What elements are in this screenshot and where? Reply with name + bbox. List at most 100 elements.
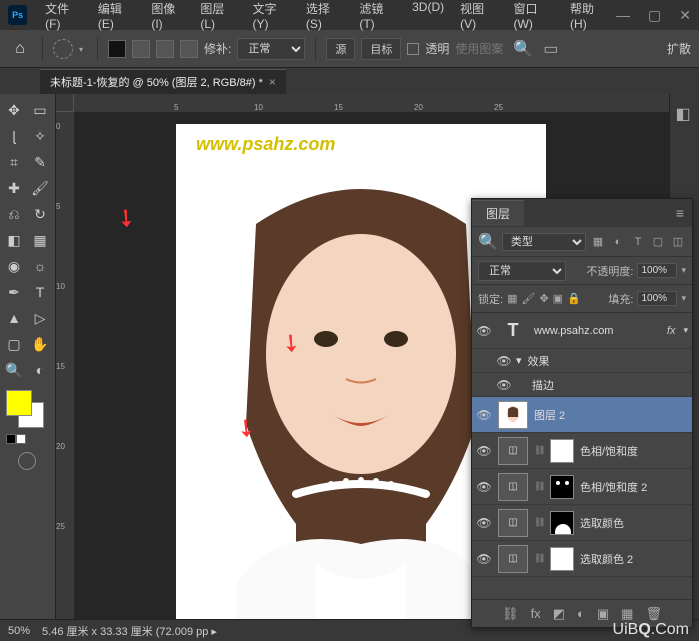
zoom-tool[interactable]: 🔍 [2, 358, 26, 382]
lock-position-icon[interactable]: ✥ [539, 292, 548, 305]
layer-thumbnail[interactable] [498, 401, 528, 429]
home-button[interactable]: ⌂ [8, 37, 32, 61]
marquee-tool[interactable]: ▭ [28, 98, 52, 122]
path-select-tool[interactable]: ▲ [2, 306, 26, 330]
layer-row-adj[interactable]: 👁 ◫ ⛓ 色相/饱和度 [472, 433, 692, 469]
lock-image-icon[interactable]: 🖌 [521, 292, 535, 305]
ruler-vertical[interactable]: 0 5 10 15 20 25 [56, 112, 74, 619]
gradient-tool[interactable]: ▦ [28, 228, 52, 252]
adj-thumbnail[interactable]: ◫ [498, 509, 528, 537]
history-brush-tool[interactable]: ↻ [28, 202, 52, 226]
filter-shape-icon[interactable]: ▢ [650, 234, 666, 250]
filter-pixel-icon[interactable]: ▦ [590, 234, 606, 250]
dest-button[interactable]: 目标 [361, 38, 401, 60]
pen-tool[interactable]: ✒ [2, 280, 26, 304]
move-tool[interactable]: ✥ [2, 98, 26, 122]
layer-row-adj[interactable]: 👁 ◫ ⛓ 选取颜色 2 [472, 541, 692, 577]
menu-layer[interactable]: 图层(L) [192, 0, 244, 35]
group-icon[interactable]: ▣ [597, 606, 609, 622]
layer-row-adj[interactable]: 👁 ◫ ⛓ 选取颜色 [472, 505, 692, 541]
patch-mode-select[interactable]: 正常 [237, 38, 305, 60]
opacity-input[interactable] [637, 263, 677, 278]
layer-row-text[interactable]: 👁 T www.psahz.com fx ▾ [472, 313, 692, 349]
visibility-toggle[interactable]: 👁 [476, 444, 492, 458]
adj-thumbnail[interactable]: ◫ [498, 437, 528, 465]
magic-wand-tool[interactable]: ✧ [28, 124, 52, 148]
libraries-icon[interactable]: ◧ [676, 104, 694, 122]
lock-transparent-icon[interactable]: ▦ [507, 292, 517, 305]
visibility-toggle[interactable]: 👁 [476, 516, 492, 530]
adjustment-icon[interactable]: ◐ [577, 606, 585, 621]
fx-badge[interactable]: fx [667, 325, 676, 337]
eraser-tool[interactable]: ◧ [2, 228, 26, 252]
visibility-toggle[interactable]: 👁 [476, 552, 492, 566]
panel-menu-icon[interactable]: ≡ [668, 205, 692, 221]
panels-icon[interactable]: ▭ [543, 39, 558, 59]
selection-new-icon[interactable] [108, 40, 126, 58]
chevron-down-icon[interactable]: ▾ [681, 293, 686, 304]
filter-adj-icon[interactable]: ◐ [610, 234, 626, 250]
menu-window[interactable]: 窗口(W) [506, 0, 563, 35]
lock-artboard-icon[interactable]: ▣ [553, 292, 563, 305]
delete-icon[interactable]: 🗑 [645, 606, 662, 622]
layer-name[interactable]: www.psahz.com [534, 325, 613, 337]
maximize-button[interactable]: ▢ [648, 7, 661, 24]
layer-row-image[interactable]: 👁 图层 2 [472, 397, 692, 433]
close-icon[interactable]: × [269, 75, 276, 89]
visibility-toggle[interactable]: 👁 [476, 408, 492, 422]
filter-type-icon[interactable]: T [630, 234, 646, 250]
new-layer-icon[interactable]: ▦ [621, 606, 633, 622]
default-colors[interactable] [6, 434, 52, 444]
lasso-tool[interactable]: ɭ [2, 124, 26, 148]
visibility-toggle[interactable]: 👁 [476, 480, 492, 494]
type-tool[interactable]: T [28, 280, 52, 304]
visibility-toggle[interactable]: 👁 [496, 354, 512, 368]
mask-icon[interactable]: ◩ [553, 606, 565, 622]
transparent-checkbox[interactable] [407, 43, 419, 55]
menu-type[interactable]: 文字(Y) [245, 0, 298, 35]
layer-mask[interactable] [550, 547, 574, 571]
close-button[interactable]: ✕ [679, 7, 691, 24]
menu-view[interactable]: 视图(V) [452, 0, 505, 35]
layer-mask[interactable] [550, 475, 574, 499]
patch-tool[interactable]: ✚ [2, 176, 26, 200]
menu-help[interactable]: 帮助(H) [562, 0, 616, 35]
minimize-button[interactable]: — [616, 7, 630, 24]
rotate-tool[interactable]: ◐ [28, 358, 52, 382]
foreground-color[interactable] [6, 390, 32, 416]
dodge-tool[interactable]: ☼ [28, 254, 52, 278]
lock-all-icon[interactable]: 🔒 [567, 292, 581, 305]
filter-smart-icon[interactable]: ◫ [670, 234, 686, 250]
filter-type-select[interactable]: 类型 [502, 233, 586, 251]
chevron-down-icon[interactable]: ▾ [681, 265, 686, 276]
layers-tab[interactable]: 图层 [472, 200, 524, 226]
selection-add-icon[interactable] [132, 40, 150, 58]
layer-name[interactable]: 图层 2 [534, 407, 565, 423]
ruler-origin[interactable] [56, 94, 74, 112]
document-tab[interactable]: 未标题-1-恢复的 @ 50% (图层 2, RGB/8#) * × [40, 69, 286, 94]
menu-3d[interactable]: 3D(D) [404, 0, 452, 35]
layer-name[interactable]: 选取颜色 [580, 515, 624, 531]
layer-mask[interactable] [550, 439, 574, 463]
menu-filter[interactable]: 滤镜(T) [351, 0, 404, 35]
layer-effects-row[interactable]: 👁 ▾ 效果 [472, 349, 692, 373]
selection-sub-icon[interactable] [156, 40, 174, 58]
layer-name[interactable]: 色相/饱和度 [580, 443, 638, 459]
menu-select[interactable]: 选择(S) [298, 0, 351, 35]
menu-file[interactable]: 文件(F) [37, 0, 90, 35]
fill-input[interactable] [637, 291, 677, 306]
layer-row-adj[interactable]: 👁 ◫ ⛓ 色相/饱和度 2 [472, 469, 692, 505]
link-layers-icon[interactable]: ⛓ [502, 606, 519, 622]
adj-thumbnail[interactable]: ◫ [498, 473, 528, 501]
menu-image[interactable]: 图像(I) [143, 0, 192, 35]
layer-name[interactable]: 色相/饱和度 2 [580, 479, 647, 495]
search-icon[interactable]: 🔍 [513, 39, 533, 59]
tool-preset-icon[interactable] [53, 39, 73, 59]
crop-tool[interactable]: ⌗ [2, 150, 26, 174]
selection-int-icon[interactable] [180, 40, 198, 58]
visibility-toggle[interactable]: 👁 [496, 378, 512, 392]
brush-tool[interactable]: 🖌 [28, 176, 52, 200]
ruler-horizontal[interactable]: 5 10 15 20 25 [74, 94, 669, 112]
quick-mask-toggle[interactable] [18, 452, 36, 470]
shape-tool[interactable]: ▢ [2, 332, 26, 356]
